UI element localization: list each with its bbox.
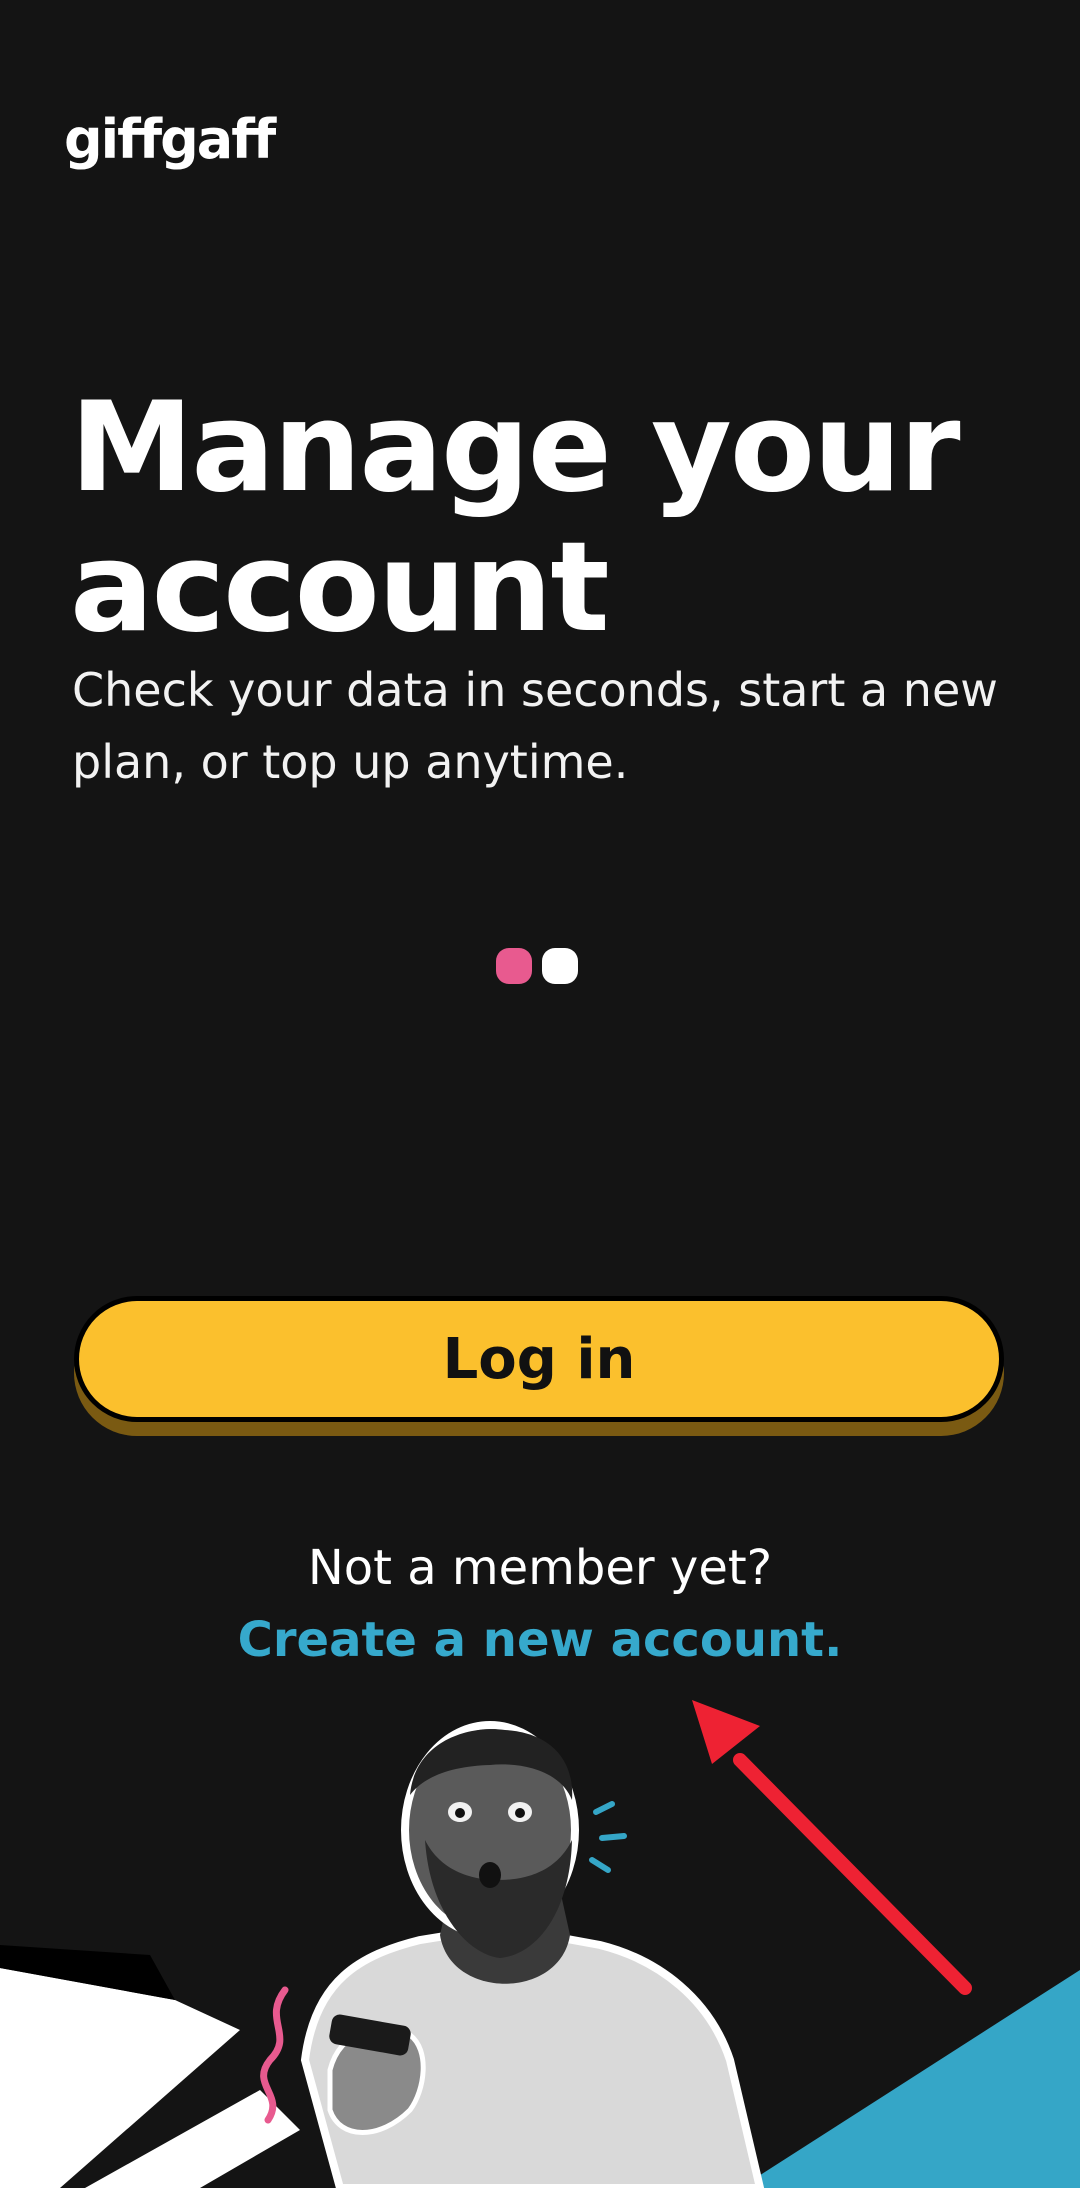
- create-account-link[interactable]: Create a new account.: [0, 1612, 1080, 1668]
- login-button[interactable]: Log in: [74, 1296, 1004, 1422]
- page-dot-1-active[interactable]: [496, 948, 532, 984]
- carousel-page-indicator[interactable]: [496, 948, 578, 984]
- blue-triangle-shape: [740, 1970, 1080, 2188]
- page-headline: Manage your account: [70, 376, 961, 660]
- page-subtitle: Check your data in seconds, start a new …: [72, 663, 998, 789]
- giffgaff-logo: giffgaff: [64, 108, 276, 171]
- not-member-text: Not a member yet?: [307, 1540, 773, 1596]
- page-dot-2[interactable]: [542, 948, 578, 984]
- person-looking-at-phone-illustration: [0, 1721, 1080, 2188]
